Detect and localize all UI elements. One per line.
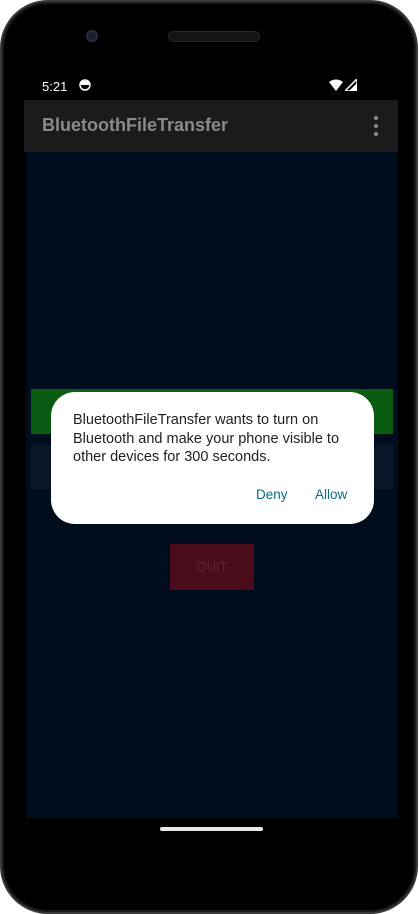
app-bar: BluetoothFileTransfer [24,100,398,152]
earpiece-speaker [168,31,260,42]
front-camera [86,30,98,42]
cell-signal-icon [345,79,357,91]
dialog-message: BluetoothFileTransfer wants to turn on B… [73,412,340,465]
gesture-nav-handle[interactable] [160,827,263,831]
app-title: BluetoothFileTransfer [42,115,229,135]
more-vert-icon[interactable] [368,114,384,138]
bluetooth-permission-dialog: BluetoothFileTransfer wants to turn on B… [51,392,374,524]
quit-button[interactable]: QUIT [170,544,254,590]
status-time: 5:21 [42,79,68,94]
wifi-icon [329,79,343,91]
status-bar: 5:21 [24,72,398,100]
allow-button[interactable]: Allow [315,487,347,502]
android-face-icon [79,79,91,91]
deny-button[interactable]: Deny [256,487,288,502]
phone-frame: 5:21 BluetoothFileTransfer QUIT Bluetoot… [2,2,416,912]
